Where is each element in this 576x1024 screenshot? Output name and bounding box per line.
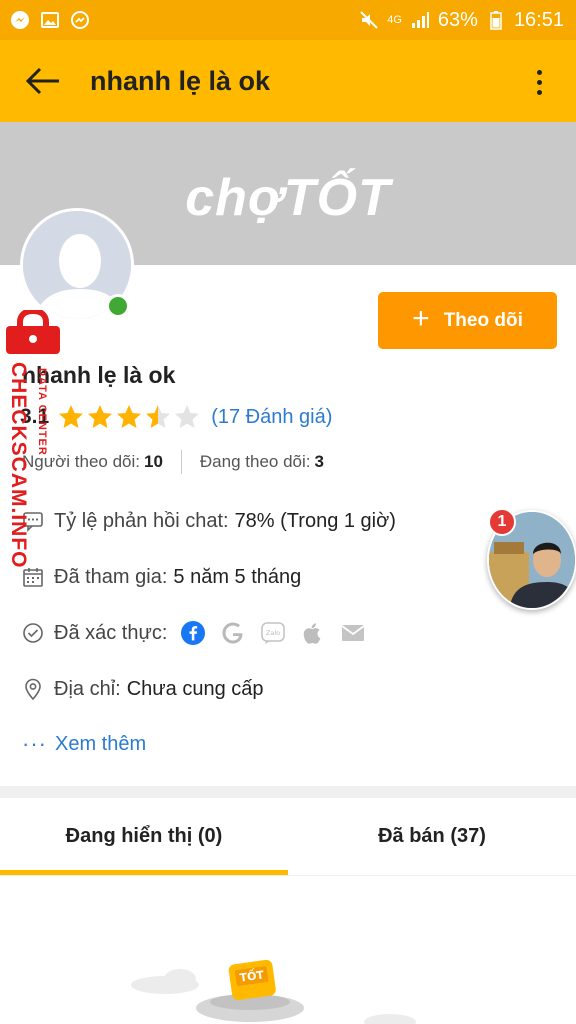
tab-showing[interactable]: Đang hiển thị (0)	[0, 798, 288, 875]
star-icon	[175, 405, 200, 428]
follow-button-label: Theo dõi	[443, 309, 523, 331]
page-title: nhanh lẹ là ok	[90, 65, 271, 96]
status-bar: 4G 63% 16:51	[0, 0, 576, 40]
zalo-icon: Zalo	[261, 621, 286, 645]
gallery-icon	[40, 10, 60, 30]
battery-percent: 63%	[437, 8, 478, 31]
joined-value: 5 năm 5 tháng	[173, 565, 302, 588]
google-icon	[221, 621, 245, 645]
response-rate-row: Tỷ lệ phản hồi chat: 78% (Trong 1 giờ)	[22, 506, 396, 536]
tab-sold-label: Đã bán (37)	[378, 825, 486, 847]
divider	[180, 450, 182, 474]
star-icon	[117, 405, 142, 428]
star-icon	[146, 405, 171, 428]
address-label: Địa chỉ:	[54, 677, 121, 700]
rating-row: 3.1 (17 Đánh giá)	[20, 402, 332, 432]
chat-notification-badge: 1	[488, 508, 516, 536]
more-vertical-icon	[536, 69, 542, 75]
more-options-button[interactable]	[524, 62, 554, 102]
lock-icon	[6, 310, 60, 354]
see-more-label: Xem thêm	[54, 732, 147, 755]
joined-row: Đã tham gia: 5 năm 5 tháng	[22, 562, 301, 592]
star-icon	[88, 405, 113, 428]
signal-icon	[410, 10, 430, 30]
app-bar: nhanh lẹ là ok	[0, 40, 576, 122]
battery-icon	[486, 10, 506, 30]
online-status-dot	[106, 294, 130, 318]
back-button[interactable]	[8, 40, 78, 122]
apple-icon	[301, 621, 325, 645]
messenger-icon	[10, 10, 30, 30]
verified-label: Đã xác thực:	[54, 621, 168, 644]
see-more-link[interactable]: ··· Xem thêm	[22, 731, 146, 757]
following-label: Đang theo dõi:	[199, 452, 311, 471]
section-divider	[0, 786, 576, 798]
check-circle-icon	[22, 622, 44, 644]
network-type: 4G	[387, 14, 402, 26]
address-row: Địa chỉ: Chưa cung cấp	[22, 674, 264, 704]
location-pin-icon	[22, 678, 44, 701]
rating-stars	[57, 403, 201, 431]
facebook-icon	[181, 621, 206, 645]
more-horizontal-icon: ···	[22, 731, 47, 756]
watermark-subtext: DATA CENTER	[36, 368, 48, 456]
email-icon	[341, 621, 365, 645]
following-count: 3	[314, 452, 324, 471]
followers-count: 10	[143, 452, 163, 471]
arrow-left-icon	[25, 67, 59, 95]
cover-logo: chợTỐT	[185, 168, 391, 227]
rating-count-link[interactable]: (17 Đánh giá)	[211, 406, 332, 429]
messenger-icon	[70, 10, 90, 30]
response-rate-label: Tỷ lệ phản hồi chat:	[54, 509, 229, 532]
address-value: Chưa cung cấp	[126, 677, 264, 700]
follow-stats: Người theo dõi: 10 Đang theo dõi: 3	[22, 449, 324, 475]
verified-row: Đã xác thực: Zalo	[22, 618, 365, 648]
tab-sold[interactable]: Đã bán (37)	[288, 798, 576, 875]
clock: 16:51	[513, 8, 564, 31]
tab-showing-label: Đang hiển thị (0)	[65, 825, 223, 847]
joined-label: Đã tham gia:	[54, 565, 168, 588]
watermark: CHECKSCAM.INFO DATA CENTER	[2, 310, 62, 590]
svg-text:Zalo: Zalo	[266, 629, 280, 637]
watermark-text: CHECKSCAM.INFO	[7, 362, 30, 569]
plus-icon: +	[412, 302, 430, 335]
mute-icon	[359, 10, 379, 30]
response-rate-value: 78% (Trong 1 giờ)	[234, 509, 396, 532]
follow-button[interactable]: + Theo dõi	[378, 292, 557, 349]
empty-state-illustration: TỐT	[131, 959, 416, 1024]
listing-tabs: Đang hiển thị (0) Đã bán (37)	[0, 798, 576, 876]
